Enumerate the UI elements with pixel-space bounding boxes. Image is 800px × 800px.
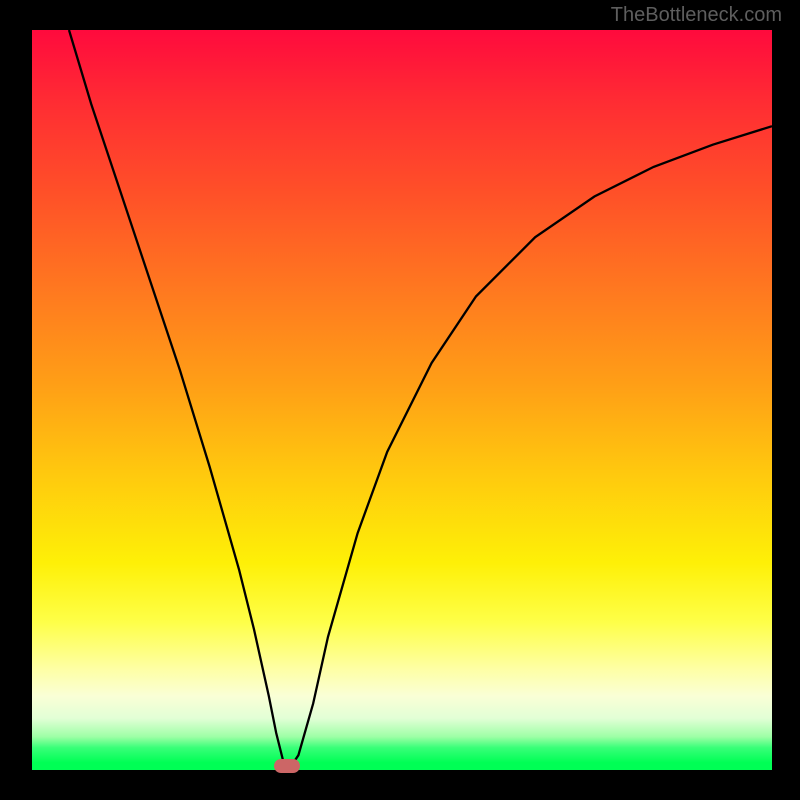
plot-area	[32, 30, 772, 770]
bottleneck-curve	[69, 30, 772, 766]
optimal-marker	[274, 759, 300, 773]
chart-svg	[32, 30, 772, 770]
watermark: TheBottleneck.com	[611, 4, 782, 27]
